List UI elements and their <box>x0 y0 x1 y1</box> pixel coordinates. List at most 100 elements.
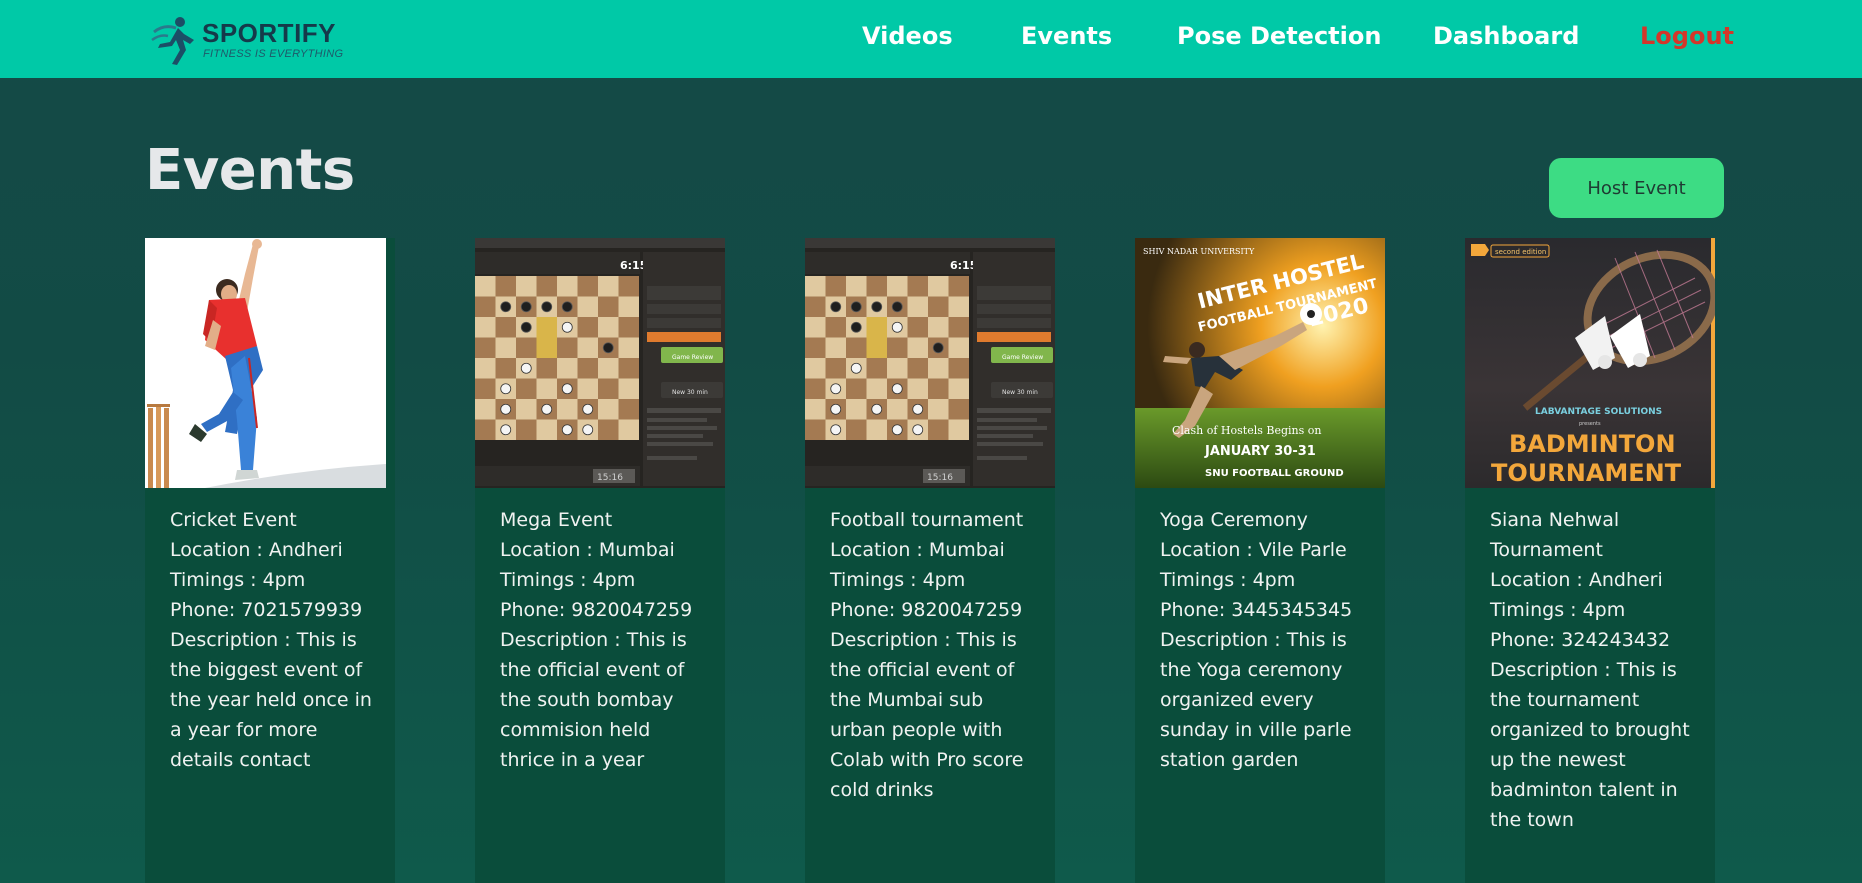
poster-dates: JANUARY 30-31 <box>1204 444 1316 459</box>
chess-square <box>618 337 639 358</box>
chess-piece <box>561 321 573 333</box>
chess-board-screenshot: 6:15 15:16 Game Review New 30 min <box>475 238 725 488</box>
brand-logo[interactable]: SPORTIFY FITNESS IS EVERYTHING <box>150 14 343 66</box>
chess-square <box>907 276 928 297</box>
game-review-label: Game Review <box>1002 354 1043 361</box>
chess-piece <box>500 383 512 395</box>
chess-piece <box>830 301 842 313</box>
chess-square <box>516 276 537 297</box>
chess-square <box>928 399 949 420</box>
event-name: Mega Event <box>500 509 613 531</box>
chess-piece <box>582 403 594 415</box>
chess-square <box>907 317 928 338</box>
event-card[interactable]: second edition LABVANTAGE SOLUTIONS pres… <box>1465 238 1715 883</box>
chess-piece <box>871 301 883 313</box>
nav-dashboard[interactable]: Dashboard <box>1433 22 1579 50</box>
chess-square <box>805 296 826 317</box>
event-phone: Phone: 7021579939 <box>170 599 363 621</box>
chess-square <box>618 358 639 379</box>
chess-square <box>475 296 496 317</box>
chess-square <box>577 337 598 358</box>
chess-square <box>825 317 846 338</box>
chess-square <box>866 419 887 440</box>
chess-square <box>907 358 928 379</box>
cricket-bowler-image <box>145 238 386 488</box>
event-card[interactable]: Cricket Event Location : Andheri Timings… <box>145 238 395 883</box>
chess-square <box>495 337 516 358</box>
chess-square <box>598 419 619 440</box>
event-phone: Phone: 324243432 <box>1490 629 1671 651</box>
chess-square <box>598 317 619 338</box>
brand-name: SPORTIFY <box>202 18 337 48</box>
chess-square <box>805 276 826 297</box>
chess-square <box>475 317 496 338</box>
event-details: Cricket Event Location : Andheri Timings… <box>170 505 375 775</box>
event-phone: Phone: 9820047259 <box>830 599 1023 621</box>
chess-square <box>948 337 969 358</box>
chess-square <box>598 358 619 379</box>
chess-square <box>866 317 887 338</box>
chess-square <box>805 399 826 420</box>
chess-square <box>618 296 639 317</box>
nav-pose-detection[interactable]: Pose Detection <box>1177 22 1381 50</box>
chess-square <box>577 276 598 297</box>
nav-events[interactable]: Events <box>1021 22 1112 50</box>
runner-logo-icon <box>151 17 194 65</box>
chess-square <box>846 419 867 440</box>
chess-square <box>618 276 639 297</box>
chess-square <box>805 419 826 440</box>
chess-square <box>928 276 949 297</box>
chess-board <box>805 276 969 440</box>
chess-piece <box>912 403 924 415</box>
chess-square <box>846 399 867 420</box>
chess-square <box>928 419 949 440</box>
chess-piece <box>850 362 862 374</box>
chess-piece <box>830 403 842 415</box>
chess-square <box>475 276 496 297</box>
page-title: Events <box>145 138 355 203</box>
event-card[interactable]: 6:15 15:16 Game Review New 30 min Mega E… <box>475 238 725 883</box>
chess-piece <box>830 383 842 395</box>
poster-edition: second edition <box>1495 248 1546 256</box>
navbar: SPORTIFY FITNESS IS EVERYTHING Videos Ev… <box>0 0 1862 78</box>
chess-square <box>948 419 969 440</box>
chess-square <box>475 358 496 379</box>
chess-square <box>598 378 619 399</box>
chess-square <box>928 358 949 379</box>
chess-square <box>495 276 516 297</box>
brand-tagline: FITNESS IS EVERYTHING <box>203 48 344 60</box>
chess-square <box>598 296 619 317</box>
event-details: Mega Event Location : Mumbai Timings : 4… <box>500 505 705 775</box>
new-game-label: New 30 min <box>1002 389 1038 396</box>
chess-square <box>866 337 887 358</box>
event-card[interactable]: 6:15 15:16 Game Review New 30 min Footba… <box>805 238 1055 883</box>
chess-bottom-clock: 15:16 <box>927 473 953 483</box>
chess-piece <box>850 321 862 333</box>
chess-square <box>948 276 969 297</box>
chess-square <box>557 337 578 358</box>
host-event-button[interactable]: Host Event <box>1549 158 1724 218</box>
chess-square <box>536 276 557 297</box>
chess-square <box>805 378 826 399</box>
chess-square <box>928 296 949 317</box>
chess-square <box>475 419 496 440</box>
chess-piece <box>871 403 883 415</box>
chess-square <box>557 399 578 420</box>
chess-piece <box>891 383 903 395</box>
chess-square <box>846 337 867 358</box>
chess-square <box>536 358 557 379</box>
poster-tagline: Clash of Hostels Begins on <box>1172 424 1321 437</box>
nav-videos[interactable]: Videos <box>862 22 953 50</box>
chess-square <box>907 337 928 358</box>
chess-square <box>825 276 846 297</box>
chess-square <box>866 378 887 399</box>
poster-presents: presents <box>1579 421 1601 427</box>
chess-square <box>516 399 537 420</box>
chess-square <box>887 399 908 420</box>
chess-square <box>928 378 949 399</box>
chess-square <box>887 337 908 358</box>
chess-square <box>618 317 639 338</box>
event-card[interactable]: SHIV NADAR UNIVERSITY INTER HOSTEL FOOTB… <box>1135 238 1385 883</box>
nav-logout[interactable]: Logout <box>1640 22 1734 50</box>
new-game-label: New 30 min <box>672 389 708 396</box>
